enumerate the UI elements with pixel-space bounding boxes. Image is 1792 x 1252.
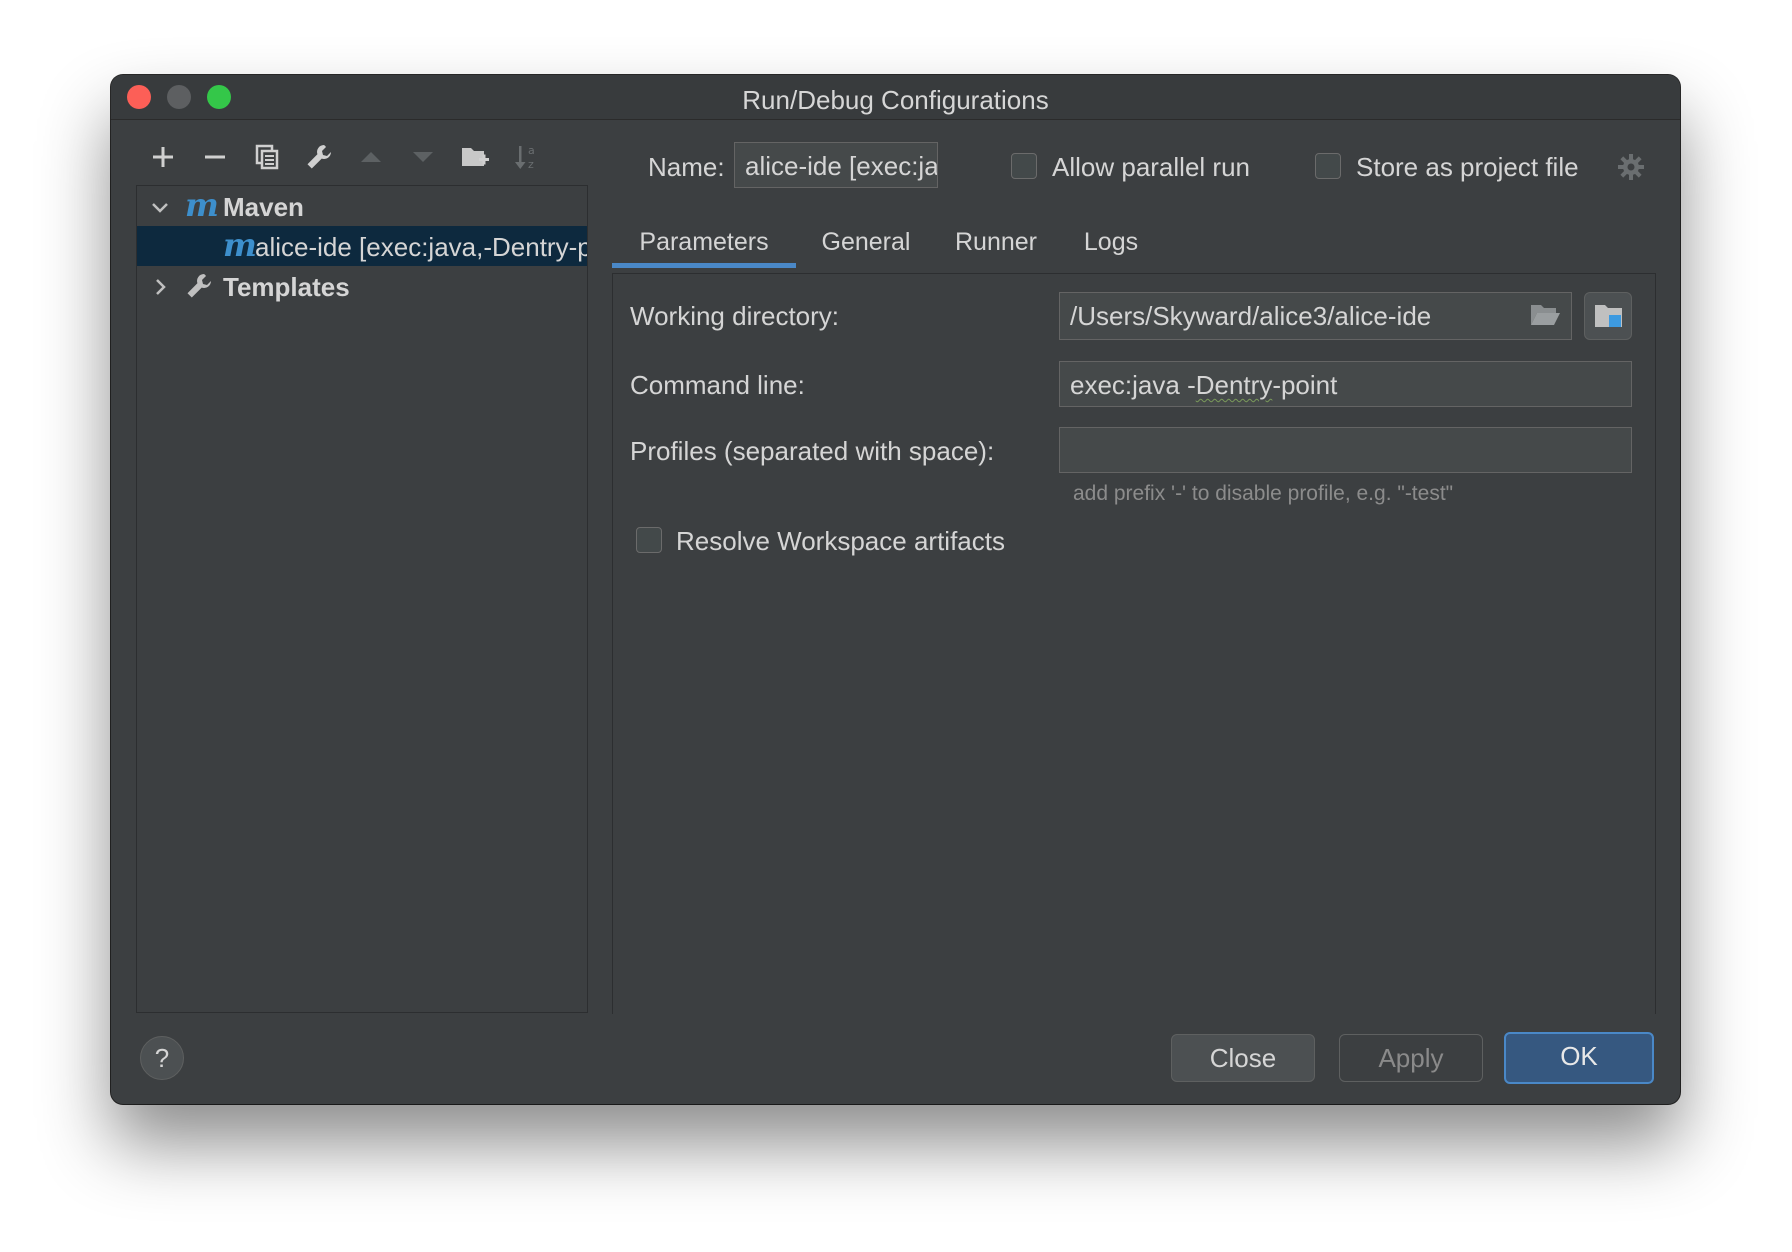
resolve-workspace-label: Resolve Workspace artifacts xyxy=(676,526,1005,556)
window-title: Run/Debug Configurations xyxy=(742,85,1049,115)
chevron-right-icon[interactable] xyxy=(149,274,171,305)
resolve-workspace-checkbox[interactable] xyxy=(636,527,662,553)
allow-parallel-label: Allow parallel run xyxy=(1052,152,1250,182)
working-directory-input[interactable]: /Users/Skyward/alice3/alice-ide xyxy=(1059,292,1572,340)
tree-label-templates: Templates xyxy=(223,272,350,302)
svg-text:a: a xyxy=(528,144,535,157)
tab-logs[interactable]: Logs xyxy=(1066,216,1156,266)
title-bar[interactable]: Run/Debug Configurations xyxy=(111,75,1680,120)
tree-item-config[interactable]: m alice-ide [exec:java,-Dentry-point] xyxy=(137,226,587,266)
chevron-down-icon[interactable] xyxy=(149,194,171,225)
tree-item-templates[interactable]: Templates xyxy=(137,266,587,306)
tab-runner[interactable]: Runner xyxy=(941,216,1051,266)
name-input[interactable]: alice-ide [exec:java,-Dentry-point] xyxy=(734,142,938,188)
plus-icon[interactable] xyxy=(145,139,181,175)
folder-add-icon[interactable] xyxy=(457,139,493,175)
wrench-icon[interactable] xyxy=(301,139,337,175)
tree-label-maven: Maven xyxy=(223,192,304,222)
minus-icon[interactable] xyxy=(197,139,233,175)
close-button[interactable]: Close xyxy=(1171,1034,1315,1082)
working-directory-label: Working directory: xyxy=(630,301,840,331)
sort-az-icon[interactable]: az xyxy=(509,139,545,175)
help-button[interactable]: ? xyxy=(140,1036,184,1080)
maven-icon: m xyxy=(185,186,219,224)
profiles-hint: add prefix '-' to disable profile, e.g. … xyxy=(1073,482,1454,505)
gear-icon[interactable] xyxy=(1616,152,1646,187)
command-line-label: Command line: xyxy=(630,370,805,400)
arrow-down-icon[interactable] xyxy=(405,139,441,175)
copy-icon[interactable] xyxy=(249,139,285,175)
arrow-up-icon[interactable] xyxy=(353,139,389,175)
tab-parameters[interactable]: Parameters xyxy=(612,216,796,268)
apply-button[interactable]: Apply xyxy=(1339,1034,1483,1082)
browse-module-button[interactable] xyxy=(1584,292,1632,340)
ok-button[interactable]: OK xyxy=(1504,1032,1654,1084)
maven-config-icon: m xyxy=(223,226,257,264)
allow-parallel-checkbox[interactable] xyxy=(1011,153,1037,179)
tree-label-config: alice-ide [exec:java,-Dentry-point] xyxy=(255,232,587,262)
tab-general[interactable]: General xyxy=(811,216,921,266)
config-tree[interactable]: m Maven m alice-ide [exec:java,-Dentry-p… xyxy=(136,185,588,1013)
name-label: Name: xyxy=(648,152,725,182)
run-debug-dialog: Run/Debug Configurations az m Maven m al… xyxy=(111,75,1680,1104)
store-project-label: Store as project file xyxy=(1356,152,1579,182)
wrench-icon xyxy=(185,272,213,307)
profiles-input[interactable] xyxy=(1059,427,1632,473)
store-project-checkbox[interactable] xyxy=(1315,153,1341,179)
svg-text:z: z xyxy=(528,158,534,171)
folder-open-icon[interactable] xyxy=(1529,301,1561,334)
tree-item-maven[interactable]: m Maven xyxy=(137,186,587,226)
command-line-input[interactable]: exec:java -Dentry-point xyxy=(1059,361,1632,407)
folder-module-icon xyxy=(1595,305,1622,327)
profiles-label: Profiles (separated with space): xyxy=(630,436,995,466)
